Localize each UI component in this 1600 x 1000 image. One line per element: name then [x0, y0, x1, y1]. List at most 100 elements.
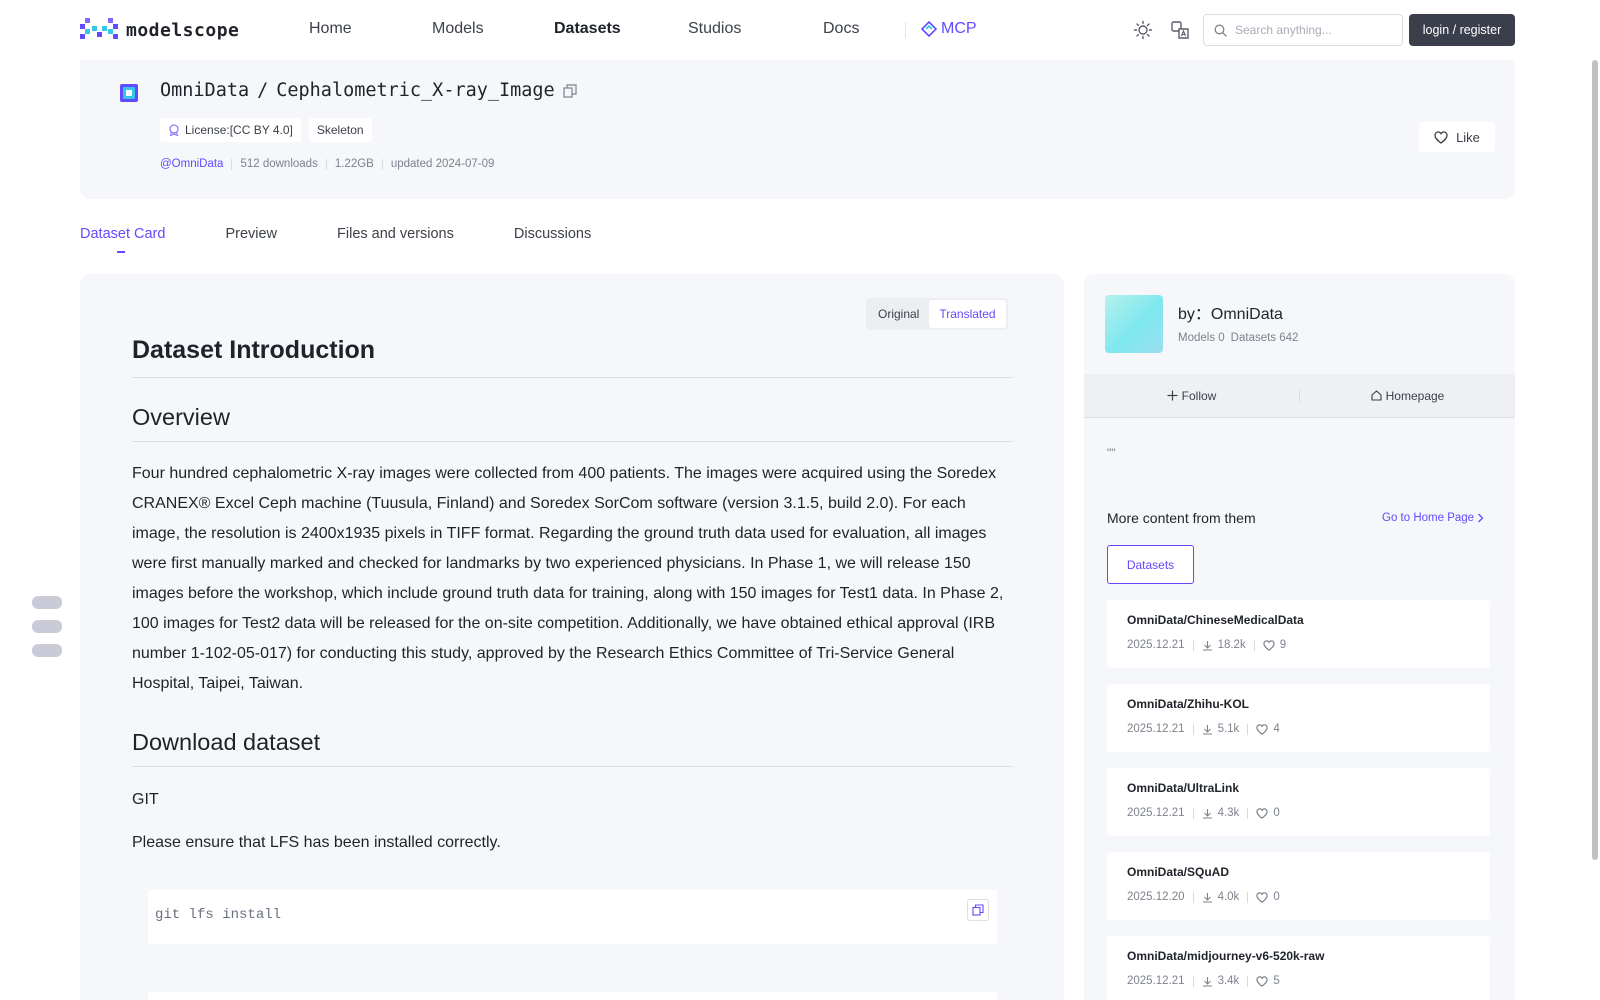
item-meta: 2025.12.21 18.2k 9	[1127, 639, 1470, 651]
nav-mcp-label: MCP	[941, 20, 977, 37]
author-line: by：OmniData	[1178, 300, 1283, 324]
license-badge-icon	[169, 124, 179, 136]
downloads-count: 512 downloads	[240, 158, 318, 170]
item-meta: 2025.12.21 4.3k 0	[1127, 807, 1470, 819]
related-datasets-list: OmniData/ChineseMedicalData 2025.12.21 1…	[1107, 600, 1490, 1000]
follow-button[interactable]: Follow	[1084, 389, 1299, 403]
item-date: 2025.12.21	[1127, 723, 1185, 735]
page-scrollbar[interactable]	[1592, 60, 1598, 860]
item-downloads: 4.3k	[1217, 807, 1240, 819]
dataset-title: OmniData / Cephalometric_X-ray_Image	[160, 80, 577, 101]
item-meta: 2025.12.20 4.0k 0	[1127, 891, 1470, 903]
item-date: 2025.12.20	[1127, 891, 1185, 903]
item-meta: 2025.12.21 5.1k 4	[1127, 723, 1470, 735]
nav-models[interactable]: Models	[432, 20, 484, 38]
homepage-button[interactable]: Homepage	[1300, 389, 1515, 403]
theme-toggle-icon[interactable]	[1133, 20, 1153, 40]
dataset-header: OmniData / Cephalometric_X-ray_Image Lic…	[80, 60, 1515, 199]
list-item[interactable]: OmniData/ChineseMedicalData 2025.12.21 1…	[1107, 600, 1490, 668]
search-icon	[1214, 24, 1227, 37]
list-item[interactable]: OmniData/SQuAD 2025.12.20 4.0k 0	[1107, 852, 1490, 920]
by-prefix: by：	[1178, 306, 1211, 323]
license-tag[interactable]: License:[CC BY 4.0]	[160, 118, 301, 142]
updated-date: updated 2024-07-09	[390, 158, 495, 170]
toggle-original[interactable]: Original	[868, 300, 929, 328]
home-icon	[1371, 390, 1382, 401]
floating-menu-bar[interactable]	[32, 596, 62, 609]
dataset-logo-icon	[120, 84, 138, 102]
dataset-name: Cephalometric_X-ray_Image	[276, 80, 555, 101]
dataset-card-content: Original Translated Dataset Introduction…	[80, 274, 1064, 1000]
code-line: git lfs install	[155, 907, 282, 923]
download-icon	[1202, 724, 1212, 735]
datasets-count: Datasets 642	[1230, 332, 1299, 344]
item-downloads: 5.1k	[1217, 723, 1240, 735]
item-name: OmniData/ChineseMedicalData	[1127, 613, 1304, 627]
search-input[interactable]	[1235, 23, 1395, 37]
meta-divider	[231, 158, 233, 170]
nav-divider	[905, 22, 906, 38]
heart-icon	[1256, 807, 1268, 819]
modelscope-logo[interactable]: modelscope	[80, 18, 239, 42]
item-downloads: 18.2k	[1217, 639, 1246, 651]
author-sidebar: by：OmniData Models 0 Datasets 642 Follow…	[1084, 274, 1515, 1000]
list-item[interactable]: OmniData/Zhihu-KOL 2025.12.21 5.1k 4	[1107, 684, 1490, 752]
category-tag[interactable]: Skeleton	[308, 118, 372, 142]
follow-label: Follow	[1181, 388, 1217, 403]
code-block: git lfs install	[148, 890, 997, 944]
floating-menu-bar[interactable]	[32, 620, 62, 633]
item-date: 2025.12.21	[1127, 639, 1185, 651]
heading-overview: Overview	[132, 404, 1013, 442]
dataset-owner-name[interactable]: OmniData	[160, 80, 249, 101]
floating-menu[interactable]	[32, 596, 62, 668]
tab-files-and-versions[interactable]: Files and versions	[337, 226, 454, 242]
tab-dataset-card[interactable]: Dataset Card	[80, 226, 165, 253]
license-tag-label: License:[CC BY 4.0]	[185, 123, 293, 137]
download-icon	[1202, 808, 1212, 819]
author-bio-quote: ""	[1107, 446, 1116, 460]
dataset-meta: @OmniData 512 downloads 1.22GB updated 2…	[160, 158, 494, 170]
search-box[interactable]	[1203, 14, 1403, 46]
nav-datasets[interactable]: Datasets	[554, 20, 621, 38]
author-avatar[interactable]	[1105, 295, 1163, 353]
go-to-home-page-link[interactable]: Go to Home Page	[1382, 512, 1484, 524]
models-count: Models 0	[1178, 332, 1225, 344]
login-register-button[interactable]: login / register	[1409, 14, 1515, 46]
meta-divider	[381, 158, 383, 170]
nav-docs[interactable]: Docs	[823, 20, 859, 38]
author-actions: Follow Homepage	[1084, 374, 1515, 418]
nav-mcp[interactable]: MCP	[921, 20, 977, 38]
like-label: Like	[1456, 129, 1480, 145]
tab-discussions[interactable]: Discussions	[514, 226, 591, 242]
plus-icon	[1167, 390, 1178, 401]
item-name: OmniData/Zhihu-KOL	[1127, 697, 1249, 711]
nav-studios[interactable]: Studios	[688, 20, 741, 38]
chevron-right-icon	[1478, 513, 1484, 523]
markdown-body: Dataset Introduction Overview Four hundr…	[132, 336, 1013, 1000]
language-switch-icon[interactable]	[1170, 20, 1190, 40]
code-block-second	[148, 992, 997, 1000]
code-copy-button[interactable]	[967, 899, 989, 921]
category-tag-label: Skeleton	[316, 123, 364, 137]
author-name[interactable]: OmniData	[1211, 306, 1283, 323]
logo-text: modelscope	[126, 19, 240, 41]
floating-menu-bar[interactable]	[32, 644, 62, 657]
go-home-label: Go to Home Page	[1382, 512, 1475, 524]
item-date: 2025.12.21	[1127, 807, 1185, 819]
like-button[interactable]: Like	[1419, 122, 1495, 152]
item-downloads: 4.0k	[1217, 891, 1240, 903]
download-icon	[1202, 976, 1212, 987]
list-item[interactable]: OmniData/UltraLink 2025.12.21 4.3k 0	[1107, 768, 1490, 836]
list-item[interactable]: OmniData/midjourney-v6-520k-raw 2025.12.…	[1107, 936, 1490, 1000]
nav-home[interactable]: Home	[309, 20, 352, 38]
toggle-translated[interactable]: Translated	[929, 300, 1006, 328]
download-icon	[1202, 640, 1212, 651]
owner-handle-link[interactable]: @OmniData	[160, 158, 223, 170]
item-likes: 5	[1273, 975, 1280, 987]
copy-icon[interactable]	[563, 83, 577, 98]
heading-dataset-introduction: Dataset Introduction	[132, 336, 1013, 378]
mcp-icon	[921, 21, 937, 37]
datasets-tab-button[interactable]: Datasets	[1107, 545, 1194, 584]
item-likes: 0	[1273, 807, 1280, 819]
tab-preview[interactable]: Preview	[225, 226, 277, 242]
